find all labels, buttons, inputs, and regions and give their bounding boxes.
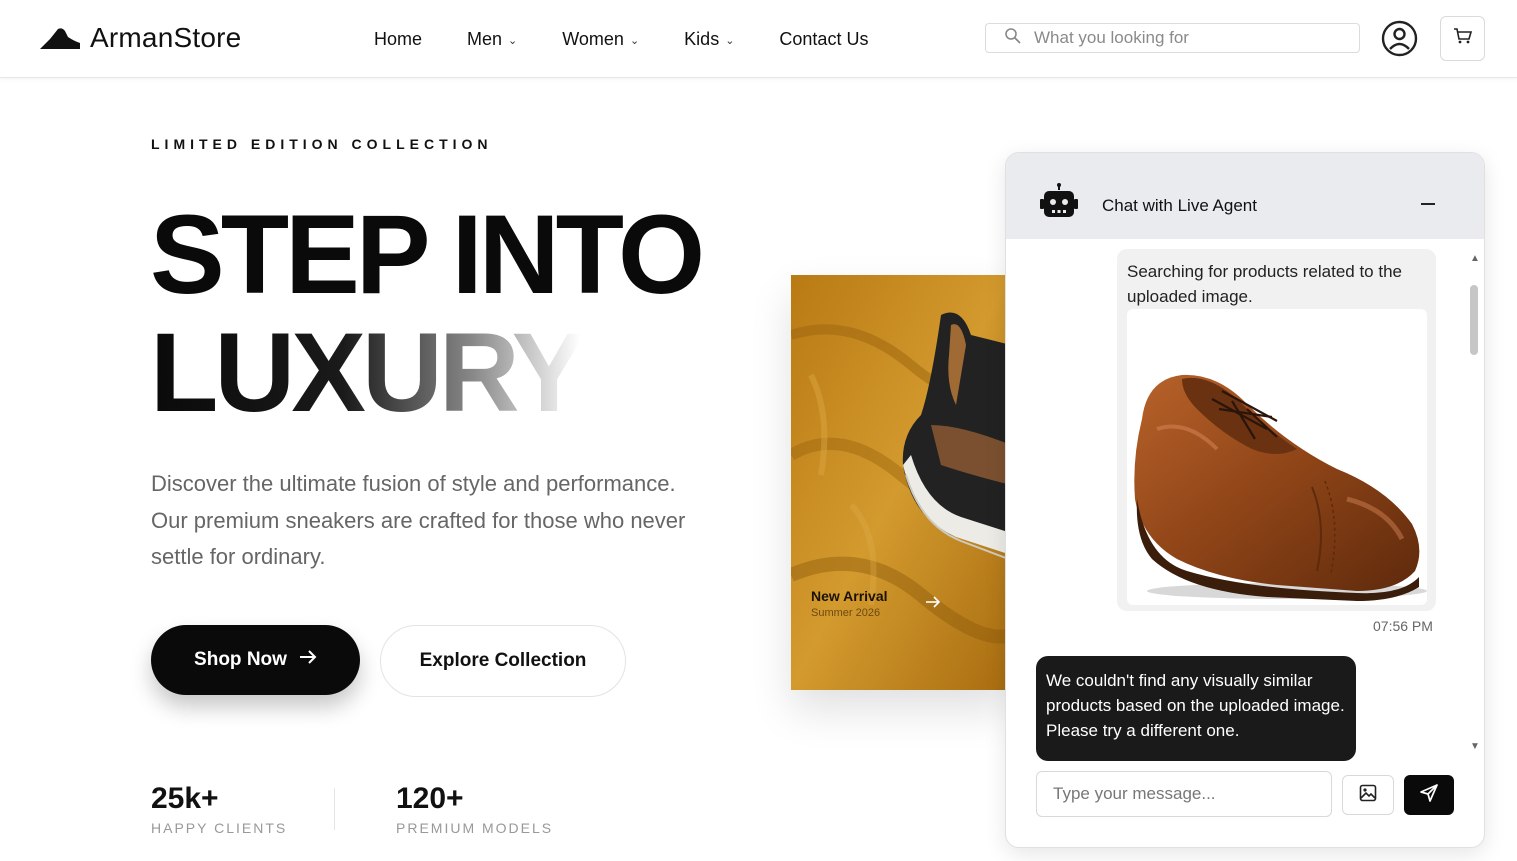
user-account-button[interactable] xyxy=(1381,20,1418,57)
cart-icon xyxy=(1453,27,1473,50)
chat-widget: Chat with Live Agent Searching for produ… xyxy=(1005,152,1485,848)
nav-contact[interactable]: Contact Us xyxy=(779,29,868,50)
stat-value: 25k+ xyxy=(151,782,219,815)
stat-value: 120+ xyxy=(396,782,464,815)
minimize-icon[interactable] xyxy=(1421,203,1435,205)
search-input[interactable] xyxy=(1034,28,1334,48)
scroll-thumb[interactable] xyxy=(1470,285,1478,355)
uploaded-shoe-image[interactable] xyxy=(1127,309,1427,605)
nav-women[interactable]: Women ⌄ xyxy=(562,29,639,50)
sneaker-product-image xyxy=(791,275,1011,690)
arrow-right-icon xyxy=(299,649,317,671)
nav-men[interactable]: Men ⌄ xyxy=(467,29,517,50)
scroll-up-icon[interactable]: ▲ xyxy=(1470,253,1480,264)
hero-eyebrow: LIMITED EDITION COLLECTION xyxy=(151,136,493,152)
chat-title: Chat with Live Agent xyxy=(1102,196,1257,215)
hero-title-line1: STEP INTO xyxy=(150,192,705,317)
stat-label: HAPPY CLIENTS xyxy=(151,820,288,836)
shop-now-button[interactable]: Shop Now xyxy=(151,625,360,695)
logo[interactable]: ArmanStore xyxy=(38,22,241,54)
search-icon xyxy=(1004,27,1022,50)
send-button[interactable] xyxy=(1404,775,1454,815)
chevron-down-icon: ⌄ xyxy=(725,35,735,47)
send-icon xyxy=(1419,783,1439,808)
user-message-text: Searching for products related to the up… xyxy=(1127,262,1402,306)
bot-message: We couldn't find any visually similar pr… xyxy=(1036,656,1356,761)
scroll-down-icon[interactable]: ▼ xyxy=(1470,741,1480,752)
new-arrival-card[interactable]: New Arrival Summer 2026 xyxy=(791,275,1011,690)
arrow-right-icon[interactable] xyxy=(925,595,941,613)
stat-premium-models: 120+ PREMIUM MODELS xyxy=(396,782,553,836)
robot-icon xyxy=(1039,183,1079,224)
cart-button[interactable] xyxy=(1440,16,1485,61)
card-subtitle: Summer 2026 xyxy=(811,607,881,619)
nav-kids[interactable]: Kids ⌄ xyxy=(684,29,734,50)
site-header: ArmanStore Home Men ⌄ Women ⌄ Kids ⌄ Contac… xyxy=(0,0,1517,78)
main-nav: Home Men ⌄ Women ⌄ Kids ⌄ Contact Us xyxy=(374,29,913,50)
stat-divider xyxy=(334,788,335,830)
message-timestamp: 07:56 PM xyxy=(1373,618,1433,634)
nav-label: Men xyxy=(467,29,503,49)
nav-label: Contact Us xyxy=(779,29,869,49)
stat-happy-clients: 25k+ HAPPY CLIENTS xyxy=(151,782,287,836)
nav-home[interactable]: Home xyxy=(374,29,422,50)
explore-collection-label: Explore Collection xyxy=(419,650,587,671)
card-title: New Arrival xyxy=(811,588,888,604)
image-upload-button[interactable] xyxy=(1342,775,1394,815)
explore-collection-button[interactable]: Explore Collection xyxy=(380,625,626,697)
stat-label: PREMIUM MODELS xyxy=(396,820,554,836)
nav-label: Women xyxy=(562,29,624,49)
hero-description: Discover the ultimate fusion of style an… xyxy=(151,471,686,569)
chat-messages: Searching for products related to the up… xyxy=(1006,239,1468,761)
chat-message-input[interactable] xyxy=(1053,784,1323,804)
user-message: Searching for products related to the up… xyxy=(1117,249,1436,611)
chat-input-box[interactable] xyxy=(1036,771,1332,817)
image-upload-icon xyxy=(1359,784,1377,807)
nav-label: Home xyxy=(374,29,423,49)
nav-label: Kids xyxy=(684,29,720,49)
shoe-logo-icon xyxy=(38,25,82,51)
shop-now-label: Shop Now xyxy=(194,649,287,670)
logo-text: ArmanStore xyxy=(90,22,242,53)
chevron-down-icon: ⌄ xyxy=(629,35,640,47)
hero-title: STEP INTO LUXURY xyxy=(150,196,705,435)
hero-title-line2: LUXURY xyxy=(150,310,586,435)
user-circle-icon xyxy=(1381,20,1418,61)
card-label: New Arrival Summer 2026 xyxy=(811,588,888,619)
chat-header: Chat with Live Agent xyxy=(1006,153,1484,239)
search-box[interactable] xyxy=(985,23,1360,53)
chevron-down-icon: ⌄ xyxy=(508,35,518,47)
chat-scrollbar[interactable]: ▲ ▼ xyxy=(1468,249,1484,759)
